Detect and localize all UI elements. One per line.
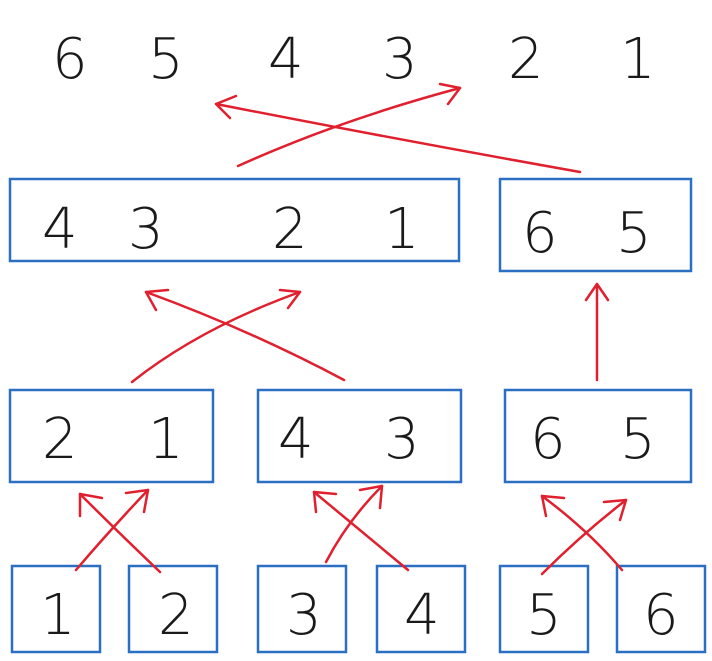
box-digit: 1 <box>384 197 420 262</box>
arrow <box>78 492 162 574</box>
level-2-box-b: 4 3 <box>256 388 463 484</box>
box-digit: 1 <box>148 407 184 472</box>
arrows-level-1-to-2 <box>74 484 628 576</box>
box-digit: 3 <box>384 407 420 472</box>
top-digit-1: 6 <box>52 27 88 92</box>
arrow <box>144 290 346 382</box>
top-digit-4: 3 <box>382 27 418 92</box>
box-digit: 6 <box>643 583 679 648</box>
box-digit: 1 <box>40 583 76 648</box>
box-digit: 2 <box>42 407 78 472</box>
arrow <box>540 494 624 572</box>
level-2-box-a: 2 1 <box>8 388 215 484</box>
box-digit: 6 <box>522 201 558 266</box>
box-digit: 5 <box>620 407 656 472</box>
top-digit-6: 1 <box>620 27 656 92</box>
top-row: 6 5 4 3 2 1 <box>52 27 656 92</box>
box-digit: 4 <box>42 197 78 262</box>
level-2-box-c: 6 5 <box>503 388 693 484</box>
box-digit: 5 <box>526 583 562 648</box>
arrow <box>214 102 582 174</box>
box-digit: 4 <box>404 583 440 648</box>
box-digit: 2 <box>158 583 194 648</box>
top-digit-2: 5 <box>148 27 184 92</box>
arrows-level-2-to-3 <box>130 282 610 384</box>
top-digit-3: 4 <box>268 27 304 92</box>
arrowhead <box>438 82 462 106</box>
box-digit: 2 <box>272 197 308 262</box>
level-3-left-box: 4 3 2 1 <box>8 177 461 263</box>
top-digit-5: 2 <box>508 27 544 92</box>
box-digit: 3 <box>128 197 164 262</box>
box-digit: 3 <box>286 583 322 648</box>
arrow <box>236 86 462 168</box>
arrow <box>540 498 628 576</box>
box-digit: 5 <box>616 201 652 266</box>
box-digit: 6 <box>530 407 566 472</box>
level-1-boxes: 1 2 3 4 5 6 <box>10 564 707 654</box>
level-3-right-box: 6 5 <box>498 177 693 273</box>
merge-diagram: 6 5 4 3 2 1 4 3 2 1 6 5 2 1 4 3 6 5 1 2 … <box>8 27 707 654</box>
arrows-level-3-to-top <box>214 82 582 174</box>
box-digit: 4 <box>278 407 314 472</box>
arrow <box>130 290 302 384</box>
